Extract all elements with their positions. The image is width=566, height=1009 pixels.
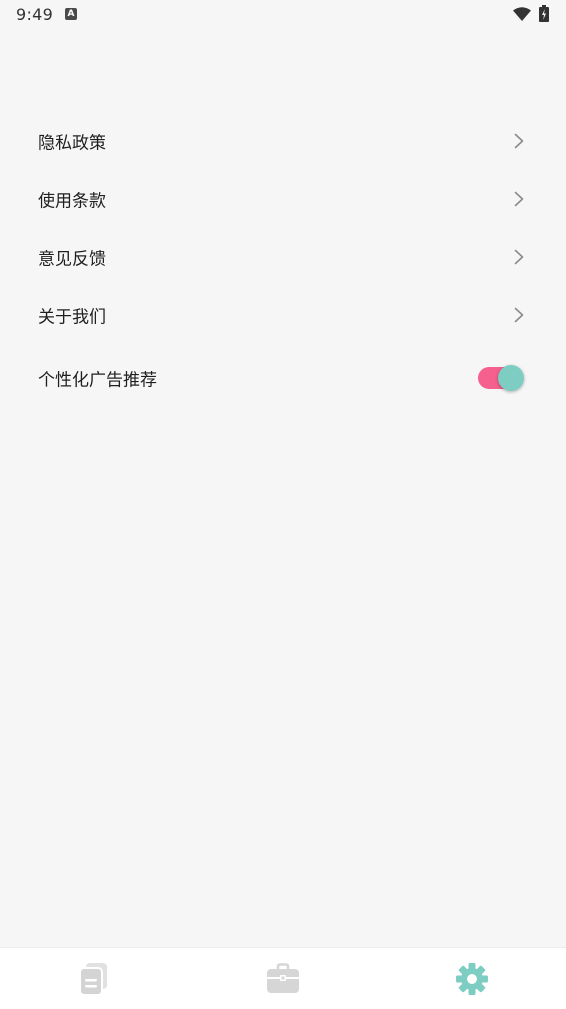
briefcase-icon — [267, 962, 299, 993]
documents-icon — [79, 962, 108, 996]
status-bar: 9:49 A — [0, 0, 566, 30]
feedback-row[interactable]: 意见反馈 — [0, 228, 566, 286]
bottom-nav — [0, 947, 566, 1009]
status-time: 9:49 — [16, 5, 54, 24]
notification-a-icon: A — [65, 8, 77, 20]
gear-icon — [455, 962, 488, 995]
chevron-right-icon — [514, 249, 524, 265]
privacy-policy-label: 隐私政策 — [38, 133, 106, 154]
privacy-policy-row[interactable]: 隐私政策 — [0, 112, 566, 170]
chevron-right-icon — [514, 191, 524, 207]
terms-of-use-row[interactable]: 使用条款 — [0, 170, 566, 228]
personalized-ads-toggle[interactable] — [478, 365, 524, 391]
chevron-right-icon — [514, 307, 524, 323]
toggle-knob — [498, 365, 524, 391]
tab-settings[interactable] — [377, 948, 566, 1009]
wifi-icon — [513, 7, 531, 21]
battery-charging-icon — [539, 5, 549, 22]
terms-of-use-label: 使用条款 — [38, 191, 106, 212]
tab-documents[interactable] — [0, 948, 189, 1009]
personalized-ads-label: 个性化广告推荐 — [38, 370, 157, 391]
feedback-label: 意见反馈 — [38, 249, 106, 270]
tab-briefcase[interactable] — [189, 948, 378, 1009]
chevron-right-icon — [514, 133, 524, 149]
personalized-ads-row: 个性化广告推荐 — [0, 344, 566, 412]
settings-list: 隐私政策 使用条款 意见反馈 关于我们 个性化广告推荐 — [0, 112, 566, 412]
about-us-label: 关于我们 — [38, 307, 106, 328]
about-us-row[interactable]: 关于我们 — [0, 286, 566, 344]
